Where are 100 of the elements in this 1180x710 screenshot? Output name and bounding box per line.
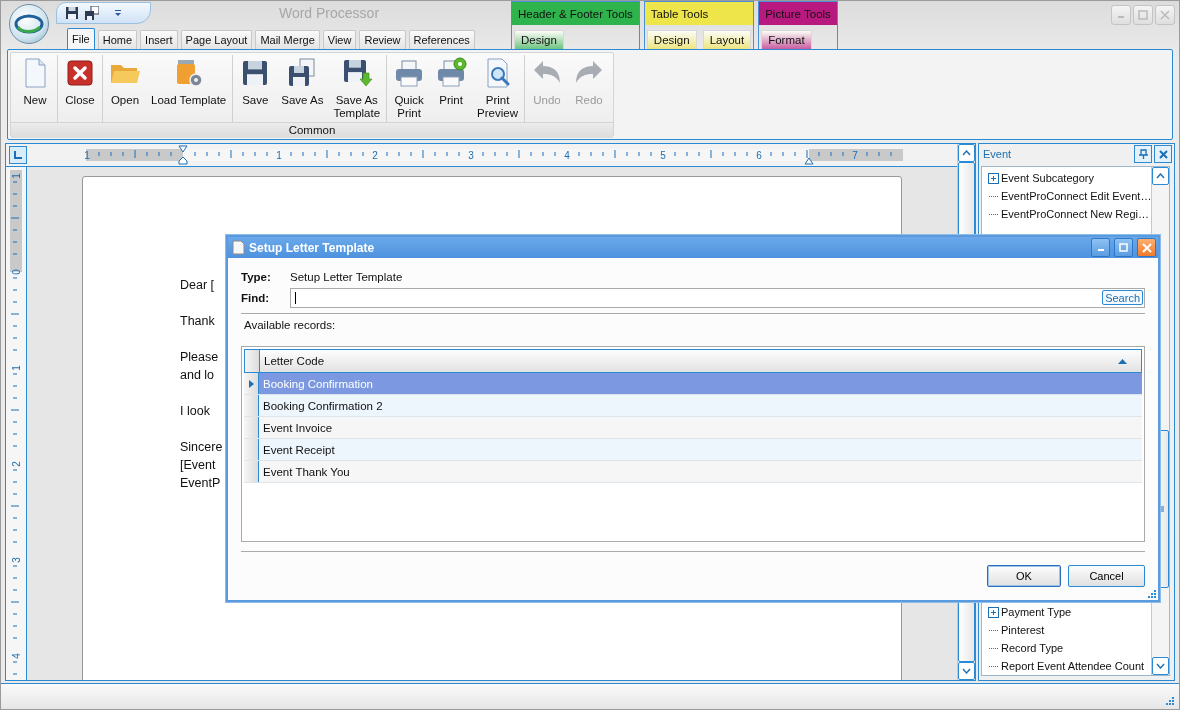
ribbon-button[interactable]: Save — [234, 55, 277, 122]
page-icon — [232, 240, 245, 255]
window-title: Word Processor — [277, 5, 381, 21]
ruler-number: 1 — [10, 365, 22, 371]
ruler-number: 6 — [756, 150, 762, 161]
dialog-button[interactable]: OK — [987, 565, 1061, 587]
ribbon-tab[interactable]: Home — [97, 30, 138, 49]
close-icon — [1141, 242, 1152, 253]
ruler-number: 3 — [468, 150, 474, 161]
ribbon-tab[interactable]: Design — [514, 30, 564, 49]
group-label: Common — [11, 122, 613, 138]
chevron-up-icon — [962, 150, 971, 156]
row-header[interactable] — [244, 417, 259, 438]
row-pointer-icon — [248, 379, 254, 388]
tab-stop-button[interactable] — [9, 146, 27, 164]
document-text: Please — [180, 349, 219, 366]
ribbon-tab[interactable]: Design — [646, 30, 697, 49]
chevron-up-icon — [1156, 173, 1166, 179]
find-field[interactable]: Search — [290, 287, 1145, 308]
scroll-down-button[interactable] — [1152, 657, 1170, 675]
pin-icon — [1138, 149, 1149, 159]
document-text: Dear [ — [180, 277, 215, 294]
maximize-button[interactable] — [1114, 238, 1133, 257]
ruler-number: 4 — [564, 150, 570, 161]
field-label: Find: — [241, 291, 271, 304]
ribbon-tab[interactable]: File — [67, 28, 95, 49]
grid-row[interactable]: Event Receipt — [244, 439, 1142, 461]
ribbon-button[interactable]: Save As — [276, 55, 329, 122]
tree-item[interactable]: EventProConnect Edit Event… — [988, 187, 1152, 205]
table-cell: Booking Confirmation 2 — [263, 399, 383, 412]
ribbon-tab[interactable]: Review — [359, 30, 406, 49]
ribbon-button[interactable]: New — [14, 55, 56, 122]
document-text: EventP — [180, 475, 221, 492]
grid-row[interactable]: Booking Confirmation 2 — [244, 395, 1142, 417]
field-value: Setup Letter Template — [290, 270, 403, 283]
tree-item[interactable]: EventProConnect New Regi… — [988, 205, 1152, 223]
panel-title: Event — [983, 148, 1013, 160]
ruler-number: 4 — [10, 653, 22, 659]
ribbon-button[interactable]: Quick Print — [388, 55, 431, 122]
table-cell: Booking Confirmation — [263, 377, 373, 390]
scroll-down-button[interactable] — [958, 662, 975, 680]
grid-row[interactable]: Event Invoice — [244, 417, 1142, 439]
ribbon-tab[interactable]: References — [408, 30, 475, 49]
tree-item[interactable]: Payment Type — [988, 603, 1152, 621]
row-header[interactable] — [244, 395, 259, 416]
contextual-group-header: Picture Tools — [759, 1, 837, 25]
resize-grip-icon[interactable] — [1165, 696, 1175, 706]
close-button[interactable] — [1154, 145, 1173, 163]
tree-item[interactable]: Event Subcategory — [988, 169, 1152, 187]
chevron-down-icon — [1156, 663, 1166, 669]
ruler-number: 0 — [10, 269, 22, 275]
tree-item[interactable]: Pinterest — [988, 621, 1152, 639]
ribbon-tab[interactable]: View — [322, 30, 357, 49]
document-text: and lo — [180, 367, 215, 384]
resize-grip-icon[interactable] — [1147, 589, 1157, 599]
row-header[interactable] — [244, 373, 259, 394]
ribbon-button[interactable]: Close — [59, 55, 101, 122]
ruler-number: 1 — [10, 173, 22, 179]
maximize-icon — [1138, 10, 1148, 20]
expand-icon[interactable] — [988, 172, 999, 184]
dropdown-caret-icon[interactable] — [113, 8, 123, 18]
grid-row[interactable]: Event Thank You — [244, 461, 1142, 483]
app-logo[interactable] — [9, 4, 49, 44]
minimize-button[interactable] — [1091, 238, 1110, 257]
contextual-group-header: Table Tools — [644, 1, 754, 25]
ribbon-button[interactable]: Print Preview — [472, 55, 523, 122]
ribbon-button[interactable]: Load Template — [146, 55, 232, 122]
ribbon-tab[interactable]: Layout — [702, 30, 752, 49]
search-button[interactable]: Search — [1102, 290, 1143, 305]
scroll-up-button[interactable] — [1152, 167, 1170, 185]
expand-icon[interactable] — [988, 606, 999, 618]
ribbon-button[interactable]: Save As Template — [328, 55, 386, 122]
ribbon-tab[interactable]: Page Layout — [180, 30, 253, 49]
row-header[interactable] — [244, 439, 259, 460]
table-cell: Event Thank You — [263, 465, 350, 478]
ribbon-tab[interactable]: Insert — [140, 30, 178, 49]
ruler-number: 2 — [10, 461, 22, 467]
close-icon — [1160, 10, 1170, 20]
ruler-number: 2 — [372, 150, 378, 161]
scroll-up-button[interactable] — [958, 144, 975, 162]
row-header[interactable] — [244, 461, 259, 482]
ribbon-tab[interactable]: Format — [761, 30, 812, 49]
ribbon-tab[interactable]: Mail Merge — [255, 30, 320, 49]
save-icon[interactable] — [65, 6, 79, 20]
close-icon — [1158, 149, 1168, 159]
dialog-button[interactable]: Cancel — [1068, 565, 1145, 587]
pin-button[interactable] — [1134, 145, 1153, 163]
dialog-title: Setup Letter Template — [249, 240, 376, 255]
tree-item[interactable]: Record Type — [988, 639, 1152, 657]
ribbon-button[interactable]: Open — [104, 55, 146, 122]
records-label: Available records: — [244, 319, 337, 331]
save-all-icon[interactable] — [85, 6, 99, 20]
document-text: Sincere — [180, 439, 223, 456]
document-text: [Event — [180, 457, 216, 474]
ruler-number: 7 — [852, 150, 858, 161]
ribbon-button[interactable]: Print — [430, 55, 473, 122]
maximize-icon — [1119, 243, 1128, 252]
printer-help-icon — [435, 57, 468, 89]
tree-item[interactable]: Report Event Attendee Count — [988, 657, 1152, 675]
close-button[interactable] — [1137, 238, 1156, 257]
